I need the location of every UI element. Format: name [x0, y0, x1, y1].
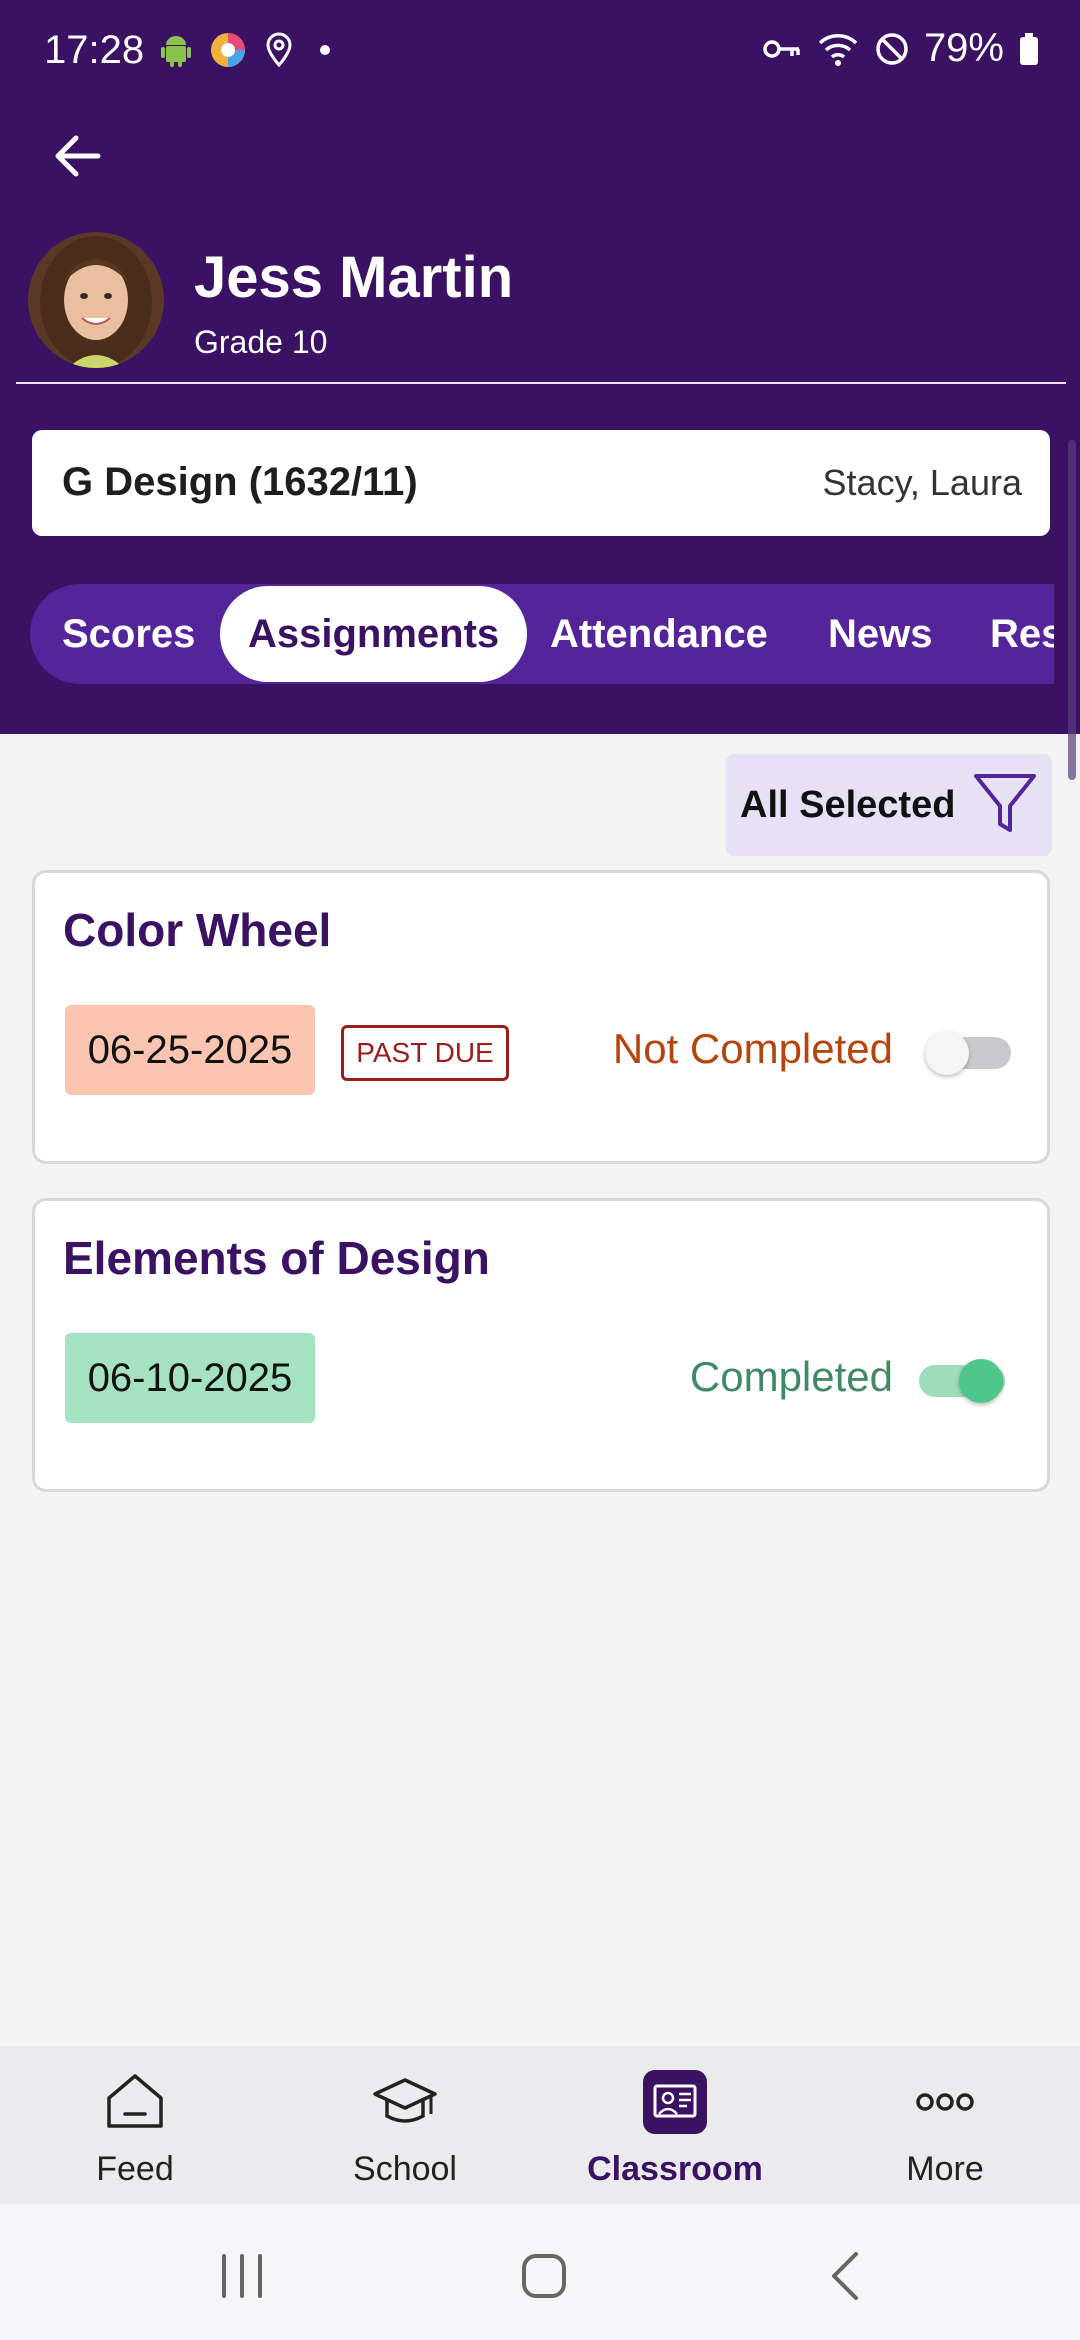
assignment-title: Color Wheel — [63, 904, 332, 956]
completion-status: Completed — [689, 1353, 893, 1400]
battery-icon — [1020, 32, 1038, 65]
due-date: 06-10-2025 — [65, 1333, 315, 1423]
tab-assignments[interactable]: Assignments — [220, 586, 528, 682]
home-button-icon[interactable] — [514, 2246, 574, 2306]
assignment-card[interactable]: Color Wheel 06-25-2025 PAST DUE Not Comp… — [32, 870, 1050, 1164]
nav-more[interactable]: More — [810, 2046, 1080, 2204]
status-bar: 17:28 79% — [0, 0, 1080, 104]
tab-resources[interactable]: Res — [990, 584, 1054, 684]
tab-news[interactable]: News — [828, 584, 933, 684]
more-icon — [916, 2093, 974, 2111]
header: 17:28 79% Jess Martin Grade 10 G Design … — [0, 0, 1080, 734]
avatar — [28, 232, 164, 368]
student-name: Jess Martin — [194, 245, 514, 310]
back-button-icon[interactable] — [818, 2246, 878, 2306]
due-date: 06-25-2025 — [65, 1005, 315, 1095]
do-not-disturb-icon — [876, 32, 908, 65]
classroom-icon — [643, 2070, 707, 2134]
tab-attendance[interactable]: Attendance — [550, 584, 768, 684]
class-name: G Design (1632/11) — [62, 460, 418, 504]
home-icon — [107, 2074, 163, 2128]
completion-toggle[interactable] — [919, 1353, 1005, 1409]
student-grade: Grade 10 — [194, 324, 328, 360]
filter-label: All Selected — [740, 784, 956, 826]
class-teacher: Stacy, Laura — [822, 462, 1022, 503]
android-icon — [161, 36, 191, 67]
completion-status: Not Completed — [612, 1025, 893, 1072]
nav-label: Feed — [96, 2150, 174, 2188]
class-selector[interactable]: G Design (1632/11) Stacy, Laura — [32, 430, 1050, 536]
battery-percent: 79% — [923, 26, 1004, 70]
nav-label: Classroom — [587, 2150, 763, 2188]
status-time: 17:28 — [44, 28, 145, 72]
browser-icon — [211, 33, 245, 67]
tab-scores[interactable]: Scores — [62, 584, 195, 684]
location-icon — [266, 32, 292, 68]
nav-label: More — [906, 2150, 984, 2188]
scrollbar[interactable] — [1068, 440, 1076, 780]
bottom-nav: Feed School Classroom More — [0, 2046, 1080, 2204]
header-divider — [16, 382, 1066, 384]
nav-feed[interactable]: Feed — [0, 2046, 270, 2204]
dot-icon — [320, 45, 330, 55]
status-icons-left — [158, 30, 340, 70]
assignment-title: Elements of Design — [63, 1232, 490, 1284]
wifi-icon — [818, 33, 858, 66]
nav-classroom[interactable]: Classroom — [540, 2046, 810, 2204]
assignment-card[interactable]: Elements of Design 06-10-2025 Completed — [32, 1198, 1050, 1492]
filter-button[interactable]: All Selected — [726, 754, 1052, 856]
recent-apps-icon[interactable] — [212, 2246, 272, 2306]
past-due-badge: PAST DUE — [341, 1025, 509, 1081]
completion-toggle[interactable] — [925, 1025, 1011, 1081]
nav-school[interactable]: School — [270, 2046, 540, 2204]
vpn-key-icon — [763, 39, 800, 58]
tab-bar: Scores Assignments Attendance News Res — [30, 584, 1054, 684]
filter-icon — [974, 774, 1036, 832]
system-nav-bar — [0, 2204, 1080, 2340]
graduation-cap-icon — [373, 2078, 437, 2123]
nav-label: School — [353, 2150, 457, 2188]
status-icons-right: 79% — [762, 26, 1040, 71]
back-arrow-icon[interactable] — [48, 126, 108, 186]
